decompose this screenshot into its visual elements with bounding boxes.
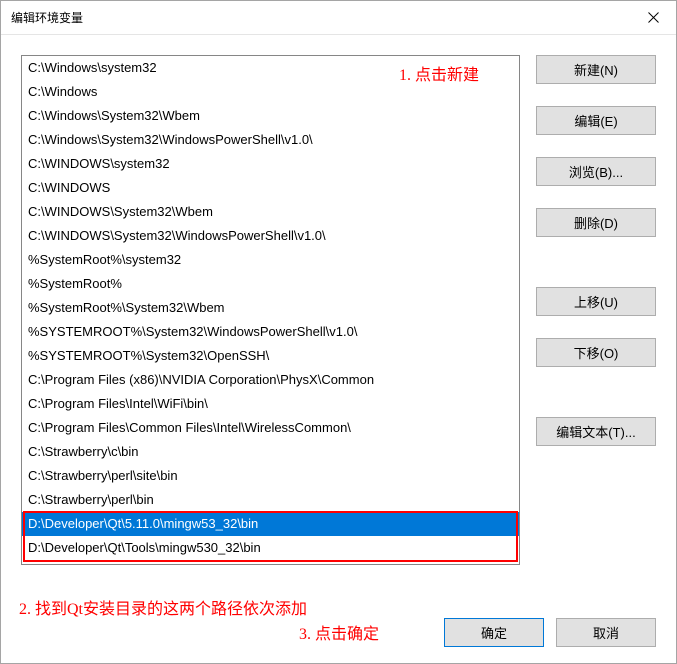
list-item[interactable]: C:\Strawberry\c\bin: [22, 440, 519, 464]
edit-button[interactable]: 编辑(E): [536, 106, 656, 135]
list-item[interactable]: C:\Windows\System32\Wbem: [22, 104, 519, 128]
list-item[interactable]: %SYSTEMROOT%\System32\WindowsPowerShell\…: [22, 320, 519, 344]
move-up-button[interactable]: 上移(U): [536, 287, 656, 316]
list-item[interactable]: D:\Developer\Qt\5.11.0\mingw53_32\bin: [22, 512, 519, 536]
list-item[interactable]: C:\Windows\system32: [22, 56, 519, 80]
list-item[interactable]: D:\Developer\Qt\Tools\mingw530_32\bin: [22, 536, 519, 560]
list-item[interactable]: %SYSTEMROOT%\System32\OpenSSH\: [22, 344, 519, 368]
dialog-footer: 确定 取消: [444, 618, 656, 647]
list-item[interactable]: C:\Program Files (x86)\NVIDIA Corporatio…: [22, 368, 519, 392]
list-item[interactable]: C:\Strawberry\perl\bin: [22, 488, 519, 512]
list-item[interactable]: C:\WINDOWS\System32\WindowsPowerShell\v1…: [22, 224, 519, 248]
delete-button[interactable]: 删除(D): [536, 208, 656, 237]
move-down-button[interactable]: 下移(O): [536, 338, 656, 367]
titlebar: 编辑环境变量: [1, 1, 676, 35]
list-item[interactable]: C:\WINDOWS: [22, 176, 519, 200]
cancel-button[interactable]: 取消: [556, 618, 656, 647]
path-listbox[interactable]: C:\Windows\system32C:\WindowsC:\Windows\…: [21, 55, 520, 565]
close-icon: [648, 12, 659, 23]
list-item[interactable]: C:\Program Files\Intel\WiFi\bin\: [22, 392, 519, 416]
list-item[interactable]: C:\Program Files\Common Files\Intel\Wire…: [22, 416, 519, 440]
ok-button[interactable]: 确定: [444, 618, 544, 647]
browse-button[interactable]: 浏览(B)...: [536, 157, 656, 186]
window-title: 编辑环境变量: [11, 9, 83, 26]
list-item[interactable]: %SystemRoot%\System32\Wbem: [22, 296, 519, 320]
list-item[interactable]: C:\WINDOWS\System32\Wbem: [22, 200, 519, 224]
dialog-content: C:\Windows\system32C:\WindowsC:\Windows\…: [1, 35, 676, 663]
list-item[interactable]: C:\Windows: [22, 80, 519, 104]
list-item[interactable]: %SystemRoot%\system32: [22, 248, 519, 272]
new-button[interactable]: 新建(N): [536, 55, 656, 84]
close-button[interactable]: [630, 1, 676, 35]
list-item[interactable]: %SystemRoot%: [22, 272, 519, 296]
button-column: 新建(N) 编辑(E) 浏览(B)... 删除(D) 上移(U) 下移(O) 编…: [536, 55, 656, 647]
list-item[interactable]: C:\WINDOWS\system32: [22, 152, 519, 176]
edit-text-button[interactable]: 编辑文本(T)...: [536, 417, 656, 446]
list-item[interactable]: C:\Windows\System32\WindowsPowerShell\v1…: [22, 128, 519, 152]
dialog-window: 编辑环境变量 C:\Windows\system32C:\WindowsC:\W…: [0, 0, 677, 664]
list-item[interactable]: C:\Strawberry\perl\site\bin: [22, 464, 519, 488]
